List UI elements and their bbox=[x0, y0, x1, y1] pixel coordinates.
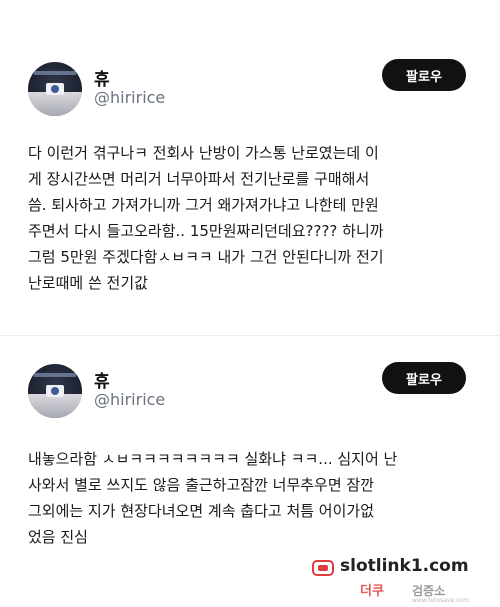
avatar-scene bbox=[28, 92, 82, 116]
follow-button[interactable]: 팔로우 bbox=[382, 59, 466, 91]
tweet-line: 그럼 5만원 주겠다함ㅅㅂㅋㅋ 내가 그건 안된다니까 전기 bbox=[28, 248, 384, 266]
author-handle[interactable]: @hiririce bbox=[94, 390, 165, 409]
author-name[interactable]: 휴 bbox=[94, 65, 110, 90]
tweet-line: 난로때메 쓴 전기값 bbox=[28, 274, 148, 292]
tweet-line: 내놓으라함 ㅅㅂㅋㅋㅋㅋㅋㅋㅋㅋ 실화냐 ㅋㅋ... 심지어 난 bbox=[28, 450, 398, 468]
tweet-text: 내놓으라함 ㅅㅂㅋㅋㅋㅋㅋㅋㅋㅋ 실화냐 ㅋㅋ... 심지어 난 사와서 별로 … bbox=[28, 446, 474, 550]
avatar-light bbox=[34, 71, 76, 75]
tweet-line: 씀. 퇴사하고 가져가니까 그거 왜가져가냐고 나한테 만원 bbox=[28, 196, 379, 214]
post-divider bbox=[0, 335, 500, 336]
avatar-light bbox=[34, 373, 76, 377]
avatar[interactable] bbox=[28, 364, 82, 418]
watermark-logo-icon bbox=[312, 560, 334, 576]
watermark-url: slotlink1.com bbox=[340, 556, 469, 576]
avatar-scene bbox=[28, 394, 82, 418]
tweet-line: 었음 진심 bbox=[28, 528, 88, 546]
tweet-text: 다 이런거 겪구나ㅋ 전회사 난방이 가스통 난로였는데 이 게 장시간쓰면 머… bbox=[28, 140, 474, 296]
author-name[interactable]: 휴 bbox=[94, 367, 110, 392]
avatar-seal-icon bbox=[51, 85, 59, 93]
follow-button[interactable]: 팔로우 bbox=[382, 362, 466, 394]
watermark-sub: 더쿠 bbox=[360, 584, 384, 599]
watermark-tiny: www.tetosave.com bbox=[412, 597, 469, 604]
tweet-line: 게 장시간쓰면 머리거 너무아파서 전기난로를 구매해서 bbox=[28, 170, 370, 188]
tweet-line: 다 이런거 겪구나ㅋ 전회사 난방이 가스통 난로였는데 이 bbox=[28, 144, 379, 162]
author-handle[interactable]: @hiririce bbox=[94, 88, 165, 107]
avatar-seal-icon bbox=[51, 387, 59, 395]
tweet-line: 주면서 다시 들고오라함.. 15만원짜리던데요???? 하니까 bbox=[28, 222, 384, 240]
tweet-line: 사와서 별로 쓰지도 않음 출근하고잠깐 너무추우면 잠깐 bbox=[28, 476, 375, 494]
tweet-line: 그외에는 지가 현장다녀오면 계속 춥다고 처틈 어이가없 bbox=[28, 502, 375, 520]
watermark: slotlink1.com 더쿠 검증소 www.tetosave.com bbox=[312, 556, 500, 606]
avatar[interactable] bbox=[28, 62, 82, 116]
